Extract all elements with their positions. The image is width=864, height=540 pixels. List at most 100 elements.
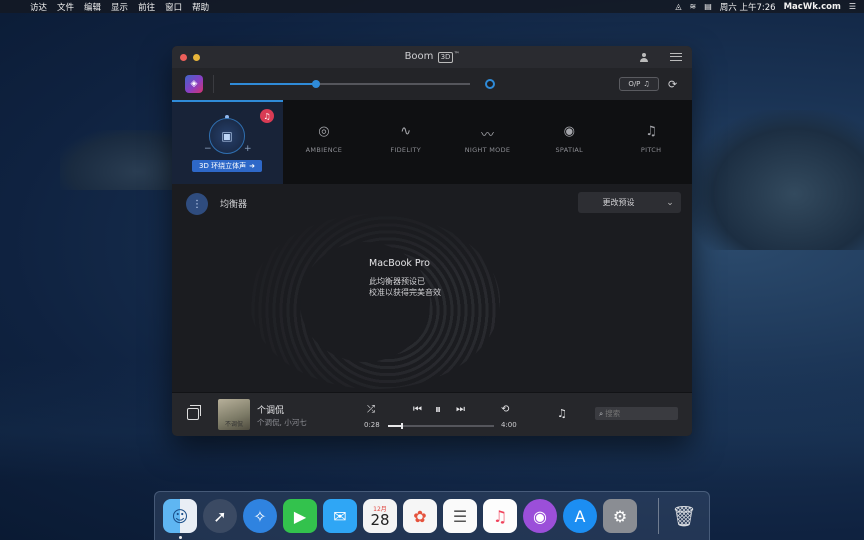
boom-window: Boom 3D ™ ◈ O/P ♫ ⟳ ▣ − + ♫ 3D 环绕立体声 ➜ ◎…: [172, 46, 692, 436]
ambience-icon: ◎: [318, 124, 330, 139]
window-title-tm: ™: [453, 51, 460, 58]
seek-bar[interactable]: [388, 423, 494, 429]
window-controls: [180, 53, 200, 61]
boom-tray-icon[interactable]: ◬: [675, 2, 681, 11]
window-title-text: Boom: [404, 51, 434, 62]
podcasts-icon[interactable]: ◉: [523, 499, 557, 533]
search-input[interactable]: [605, 409, 670, 418]
finder-icon[interactable]: ☺: [163, 499, 197, 533]
device-note-line-1: 此均衡器预设已: [369, 277, 425, 286]
next-track-icon[interactable]: ⏭: [456, 404, 465, 415]
search-icon: ⌕: [599, 408, 604, 418]
previous-track-icon[interactable]: ⏮: [413, 404, 422, 415]
wallpaper-island-left: [60, 130, 190, 190]
menu-finder[interactable]: 访达: [30, 1, 47, 13]
effect-pitch-label: PITCH: [640, 146, 662, 154]
input-source-icon[interactable]: ▤: [704, 2, 712, 11]
photos-icon[interactable]: ✿: [403, 499, 437, 533]
equalizer-title: 均衡器: [220, 200, 248, 210]
seek-bar-knob[interactable]: [400, 423, 403, 429]
effect-pitch[interactable]: ♫ PITCH: [610, 100, 692, 184]
facetime-icon[interactable]: ▶: [283, 499, 317, 533]
effect-fidelity[interactable]: ∿ FIDELITY: [365, 100, 447, 184]
dock-separator: [658, 498, 659, 534]
mini-player-icon[interactable]: [187, 405, 201, 420]
volume-boost-knob[interactable]: [485, 79, 495, 89]
device-note-line-2: 校准以获得完美音效: [369, 288, 441, 297]
album-art[interactable]: 不调侃: [218, 399, 250, 430]
app-store-icon[interactable]: A: [563, 499, 597, 533]
volume-bar: ◈ O/P ♫ ⟳: [172, 68, 692, 100]
menu-extras: ◬ ≋ ▤ 周六 上午7:26 MacWk.com ☰: [675, 0, 856, 13]
calendar-day: 28: [370, 511, 390, 529]
search-box[interactable]: ⌕: [595, 407, 678, 420]
total-time: 4:00: [501, 421, 517, 429]
surround-cube-icon[interactable]: ▣: [209, 118, 245, 154]
equalizer-icon[interactable]: ⋮: [186, 193, 208, 215]
window-title: Boom 3D ™: [172, 51, 692, 63]
shuffle-icon[interactable]: ⤮: [367, 404, 375, 415]
window-title-badge: 3D: [437, 52, 454, 63]
repeat-icon[interactable]: ⟲: [501, 404, 509, 415]
output-device-button[interactable]: O/P ♫: [619, 77, 659, 91]
player-bar: 不调侃 个调侃 个调侃, 小河七 ⤮ ⏮ ⏸ ⏭ ⟲ 0:28 4:00 ♫ ⌕: [172, 392, 692, 436]
track-title: 个调侃: [257, 406, 285, 416]
music-icon[interactable]: ♫: [483, 499, 517, 533]
effects-row: ▣ − + ♫ 3D 环绕立体声 ➜ ◎ AMBIENCE ∿ FIDELITY…: [172, 100, 692, 184]
equalizer-panel: ⋮ 均衡器 更改预设 ⌄ MacBook Pro 此均衡器预设已 校准以获得完美…: [172, 184, 692, 392]
system-preferences-icon[interactable]: ⚙: [603, 499, 637, 533]
effect-spatial-label: SPATIAL: [555, 146, 584, 154]
playlist-icon[interactable]: ♫: [557, 407, 567, 420]
safari-icon[interactable]: ✧: [243, 499, 277, 533]
calendar-icon[interactable]: 12月 28: [363, 499, 397, 533]
intensity-minus-icon[interactable]: −: [204, 144, 212, 154]
effect-3d-surround[interactable]: ▣ − + ♫ 3D 环绕立体声 ➜: [172, 100, 283, 184]
menu-edit[interactable]: 编辑: [84, 1, 101, 13]
change-preset-dropdown[interactable]: 更改预设 ⌄: [578, 192, 681, 213]
effect-ambience-label: AMBIENCE: [305, 146, 343, 154]
intensity-plus-icon[interactable]: +: [244, 144, 252, 154]
volume-slider-fill: [230, 83, 317, 85]
title-bar-actions: [640, 46, 682, 68]
messages-icon[interactable]: ✉: [323, 499, 357, 533]
account-icon[interactable]: [640, 52, 648, 62]
volume-slider[interactable]: [230, 80, 470, 88]
title-bar: Boom 3D ™: [172, 46, 692, 68]
arrow-right-icon: ➜: [249, 162, 255, 170]
reminders-icon[interactable]: ☰: [443, 499, 477, 533]
launchpad-icon[interactable]: ➚: [203, 499, 237, 533]
volume-slider-knob[interactable]: [312, 80, 321, 88]
device-name: MacBook Pro: [369, 258, 430, 269]
menu-window[interactable]: 窗口: [165, 1, 182, 13]
3d-surround-button[interactable]: 3D 环绕立体声 ➜: [192, 160, 262, 172]
trash-icon[interactable]: 🗑: [667, 499, 701, 533]
elapsed-time: 0:28: [364, 421, 380, 429]
equalizer-swirl-fade: [232, 204, 532, 392]
notification-center-icon[interactable]: ☰: [849, 2, 856, 11]
pause-icon[interactable]: ⏸: [435, 402, 441, 417]
effect-spatial[interactable]: ◉ SPATIAL: [528, 100, 610, 184]
menu-clock[interactable]: 周六 上午7:26: [720, 1, 776, 13]
3d-surround-label: 3D 环绕立体声: [199, 162, 247, 170]
change-preset-label: 更改预设: [602, 198, 635, 207]
menu-view[interactable]: 显示: [111, 1, 128, 13]
volume-divider: [213, 75, 214, 93]
device-preset-note: 此均衡器预设已 校准以获得完美音效: [369, 276, 489, 298]
menu-icon[interactable]: [670, 53, 682, 61]
close-button[interactable]: [180, 53, 187, 61]
wifi-icon[interactable]: ≋: [690, 2, 697, 11]
minimize-button[interactable]: [193, 53, 200, 61]
chevron-down-icon: ⌄: [666, 197, 674, 208]
effect-night-mode-label: NIGHT MODE: [464, 146, 511, 154]
boom-remote-icon[interactable]: ⟳: [668, 78, 677, 91]
menu-go[interactable]: 前往: [138, 1, 155, 13]
boom-logo-icon[interactable]: ◈: [185, 75, 203, 93]
menu-file[interactable]: 文件: [57, 1, 74, 13]
headphones-icon: ♫: [643, 80, 650, 88]
menu-help[interactable]: 帮助: [192, 1, 209, 13]
effect-night-mode[interactable]: 〰 NIGHT MODE: [447, 100, 529, 184]
spatial-icon: ◉: [563, 124, 575, 139]
effect-ambience[interactable]: ◎ AMBIENCE: [283, 100, 365, 184]
night-mode-icon: 〰: [480, 128, 494, 143]
menu-site-label: MacWk.com: [783, 1, 841, 12]
